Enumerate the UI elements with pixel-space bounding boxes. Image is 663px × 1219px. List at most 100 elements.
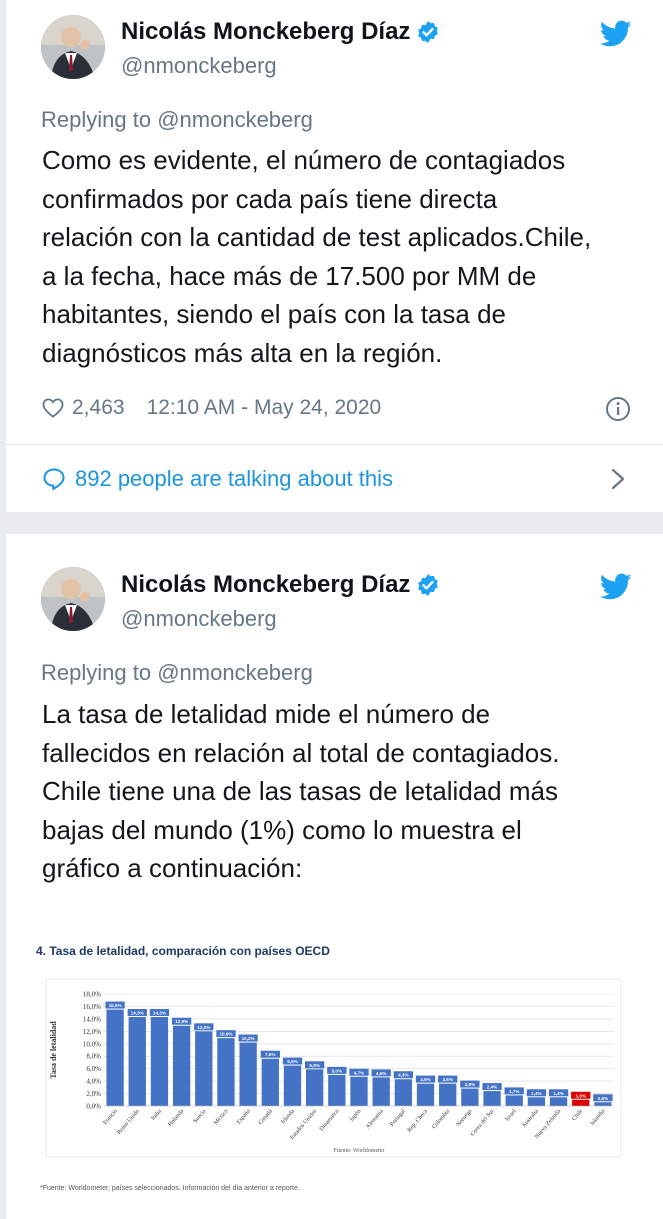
bar-value-label: 12,9% bbox=[175, 1019, 188, 1024]
tweet-text-line: confirmados por cada país tiene directa bbox=[42, 183, 498, 214]
bar-value-label: 10,9% bbox=[219, 1032, 232, 1037]
chart-bar bbox=[217, 1038, 235, 1106]
tweet-text-line: gráfico a continuación: bbox=[42, 853, 303, 883]
chart-bar bbox=[394, 1079, 412, 1106]
verified-badge-icon bbox=[418, 574, 439, 596]
chart-bar bbox=[527, 1097, 546, 1106]
bar-value-label: 4,3% bbox=[398, 1073, 408, 1078]
bar-value-label: 1,0% bbox=[575, 1093, 585, 1098]
replying-to: Replying to @nmonckeberg bbox=[41, 107, 313, 133]
tweet-card[interactable]: Nicolás Monckeberg Díaz @nmonckeberg Rep… bbox=[6, 0, 663, 512]
chart-bar bbox=[239, 1042, 257, 1106]
y-tick-label: 10,0% bbox=[83, 1040, 101, 1048]
like-count[interactable]: 2,463 bbox=[72, 396, 125, 420]
tweet-text-line: a la fecha, hace más de 17.500 por MM de bbox=[42, 260, 537, 291]
bar-value-label: 1,7% bbox=[509, 1089, 519, 1094]
avatar[interactable] bbox=[41, 567, 105, 631]
y-tick-label: 6,0% bbox=[86, 1065, 101, 1073]
replying-handle-link[interactable]: @nmonckeberg bbox=[157, 107, 313, 132]
x-axis-label: Fuente: Worldometer bbox=[334, 1148, 385, 1154]
bar-value-label: 6,5% bbox=[287, 1059, 297, 1064]
chart-bar bbox=[350, 1076, 368, 1106]
conversation-link[interactable]: 892 people are talking about this bbox=[42, 466, 393, 492]
author-handle[interactable]: @nmonckeberg bbox=[121, 606, 277, 632]
talking-count-label[interactable]: 892 people are talking about this bbox=[75, 466, 393, 492]
y-tick-label: 18,0% bbox=[83, 991, 101, 999]
bar-value-label: 5,9% bbox=[309, 1063, 319, 1068]
chart-bar bbox=[328, 1074, 346, 1106]
chart-bar bbox=[128, 1017, 146, 1106]
tweet-text-line: diagnósticos más alta en la región. bbox=[42, 337, 443, 368]
chart-bar bbox=[306, 1069, 324, 1106]
tweet-text-line: habitantes, siendo el país con la tasa d… bbox=[42, 299, 506, 329]
replying-to: Replying to @nmonckeberg bbox=[41, 660, 313, 686]
tweet-text-line: Como es evidente, el número de contagiad… bbox=[42, 145, 566, 175]
chart-bar bbox=[261, 1058, 279, 1106]
tweet-text-line: bajas del mundo (1%) como lo muestra el bbox=[42, 814, 522, 845]
avatar-photo bbox=[41, 567, 105, 631]
speech-bubble-icon bbox=[43, 468, 65, 491]
bar-value-label: 2,4% bbox=[487, 1085, 497, 1090]
bar-value-label: 10,2% bbox=[242, 1036, 255, 1041]
y-tick-label: 0,0% bbox=[86, 1103, 101, 1111]
tweet-text-line: Chile tiene una de las tasas de letalida… bbox=[42, 776, 558, 806]
bar-value-label: 12,0% bbox=[197, 1025, 210, 1030]
chart-bar bbox=[461, 1088, 479, 1106]
y-tick-label: 2,0% bbox=[86, 1090, 101, 1098]
chart-bar bbox=[439, 1083, 457, 1106]
tweet-card[interactable]: Nicolás Monckeberg Díaz @nmonckeberg Rep… bbox=[6, 534, 663, 1219]
tweet-meta: 2,463 12:10 AM - May 24, 2020 bbox=[42, 396, 381, 420]
bar-value-label: 3,6% bbox=[420, 1077, 430, 1082]
chart-bar bbox=[594, 1102, 612, 1106]
chart-image[interactable]: Tasa de letalidad 18,0% 16,0% 14,0% 12,0% 10,… bbox=[34, 974, 634, 1179]
y-tick-label: 16,0% bbox=[83, 1003, 101, 1011]
author-handle[interactable]: @nmonckeberg bbox=[121, 53, 277, 79]
chart-bar bbox=[106, 1009, 124, 1106]
y-tick-label: 14,0% bbox=[83, 1015, 101, 1023]
divider bbox=[6, 444, 663, 445]
chart-title: 4. Tasa de letalidad, comparación con pa… bbox=[36, 944, 330, 958]
replying-handle-link[interactable]: @nmonckeberg bbox=[157, 660, 313, 685]
bar-value-label: 2,8% bbox=[465, 1082, 475, 1087]
tweet-timestamp[interactable]: 12:10 AM - May 24, 2020 bbox=[147, 396, 382, 420]
heart-icon[interactable] bbox=[42, 398, 64, 418]
chart-bar bbox=[572, 1099, 590, 1106]
chart-footnote: *Fuente: Worldometer, países seleccionad… bbox=[40, 1185, 300, 1192]
chart-bar bbox=[483, 1091, 501, 1106]
tweet-text-line: La tasa de letalidad mide el número de bbox=[42, 699, 491, 729]
bar-value-label: 4,6% bbox=[376, 1071, 386, 1076]
chart-bar bbox=[150, 1017, 169, 1106]
twitter-bird-icon[interactable] bbox=[600, 573, 632, 601]
twitter-bird-icon[interactable] bbox=[600, 20, 632, 48]
y-axis-label: Tasa de letalidad bbox=[49, 1021, 58, 1079]
bar-value-label: 3,6% bbox=[442, 1077, 452, 1082]
bar-value-label: 0,6% bbox=[598, 1096, 608, 1101]
tweet-text: Como es evidente, el número de contagiad… bbox=[42, 141, 642, 372]
avatar-photo bbox=[41, 15, 105, 79]
replying-label: Replying to bbox=[41, 107, 152, 132]
chart-bar bbox=[549, 1097, 568, 1106]
info-icon[interactable] bbox=[605, 396, 631, 422]
avatar[interactable] bbox=[41, 15, 105, 79]
verified-badge-icon bbox=[418, 21, 439, 43]
bar-value-label: 1,4% bbox=[531, 1091, 541, 1096]
chart-bar bbox=[172, 1025, 191, 1106]
bar-value-label: 15,5% bbox=[109, 1003, 122, 1008]
chart-bar bbox=[195, 1031, 213, 1106]
y-tick-label: 12,0% bbox=[83, 1028, 101, 1036]
chevron-right-icon[interactable] bbox=[611, 468, 625, 490]
chart-bar bbox=[416, 1083, 435, 1106]
author-name[interactable]: Nicolás Monckeberg Díaz bbox=[121, 571, 410, 599]
y-tick-label: 4,0% bbox=[86, 1078, 101, 1086]
bar-value-label: 7,6% bbox=[265, 1052, 275, 1057]
chart-bar bbox=[505, 1095, 523, 1106]
bar-value-label: 4,7% bbox=[354, 1070, 364, 1075]
tweet-text-line: relación con la cantidad de test aplicad… bbox=[42, 222, 592, 252]
tweet-text: La tasa de letalidad mide el número de f… bbox=[42, 695, 642, 888]
bar-value-label: 5,0% bbox=[332, 1068, 342, 1073]
bar-value-label: 14,3% bbox=[153, 1011, 166, 1016]
author-name[interactable]: Nicolás Monckeberg Díaz bbox=[121, 18, 410, 46]
bar-value-label: 14,3% bbox=[131, 1011, 144, 1016]
bar-value-label: 1,4% bbox=[553, 1091, 563, 1096]
y-tick-label: 8,0% bbox=[86, 1053, 101, 1061]
